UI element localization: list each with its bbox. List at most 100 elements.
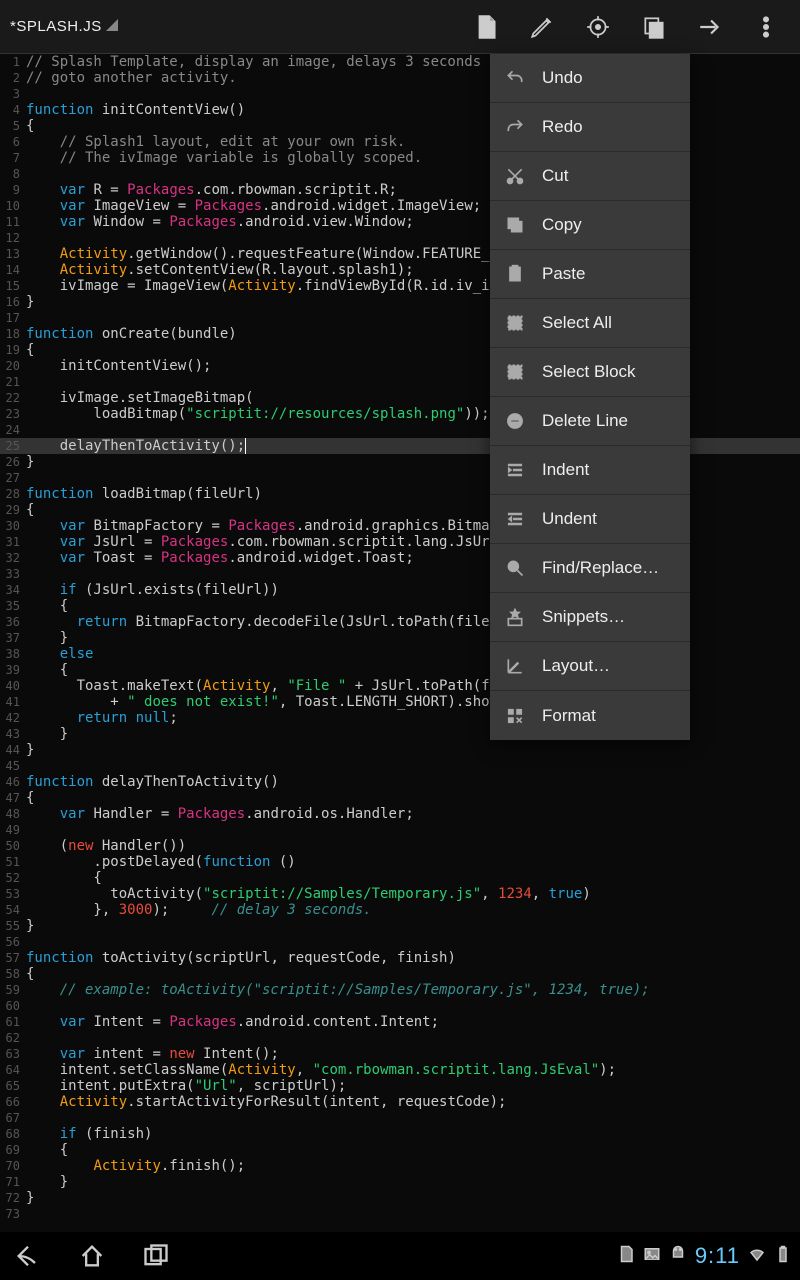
file-tab[interactable]: *SPLASH.JS [6,18,120,35]
code-line[interactable]: 67 [0,1110,800,1126]
line-number: 44 [0,742,26,758]
code-line[interactable]: 56 [0,934,800,950]
back-button[interactable] [8,1236,48,1276]
menu-undo[interactable]: Undo [490,54,690,103]
menu-indent[interactable]: Indent [490,446,690,495]
edit-icon[interactable] [514,0,570,54]
line-number: 57 [0,950,26,966]
line-number: 39 [0,662,26,678]
delete-line-icon [504,410,526,432]
image-icon [643,1243,661,1269]
line-number: 15 [0,278,26,294]
code-line[interactable]: 63 var intent = new Intent(); [0,1046,800,1062]
code-line[interactable]: 72} [0,1190,800,1206]
line-number: 36 [0,614,26,630]
line-number: 58 [0,966,26,982]
code-line[interactable]: 73 [0,1206,800,1222]
menu-redo[interactable]: Redo [490,103,690,152]
code-line[interactable]: 46function delayThenToActivity() [0,774,800,790]
file-icon[interactable] [458,0,514,54]
code-line[interactable]: 52 { [0,870,800,886]
share-icon[interactable] [682,0,738,54]
line-number: 59 [0,982,26,998]
line-number: 55 [0,918,26,934]
line-number: 22 [0,390,26,406]
code-line[interactable]: 55} [0,918,800,934]
code-line[interactable]: 50 (new Handler()) [0,838,800,854]
menu-paste[interactable]: Paste [490,250,690,299]
line-number: 3 [0,86,26,102]
code-line[interactable]: 69 { [0,1142,800,1158]
line-number: 35 [0,598,26,614]
menu-layout[interactable]: Layout… [490,642,690,691]
line-number: 19 [0,342,26,358]
menu-label: Format [542,706,596,726]
code-line[interactable]: 44} [0,742,800,758]
menu-cut[interactable]: Cut [490,152,690,201]
line-number: 49 [0,822,26,838]
line-number: 27 [0,470,26,486]
caret [245,438,246,454]
line-number: 30 [0,518,26,534]
copy-icon[interactable] [626,0,682,54]
line-number: 67 [0,1110,26,1126]
menu-undent[interactable]: Undent [490,495,690,544]
code-line[interactable]: 70 Activity.finish(); [0,1158,800,1174]
menu-label: Indent [542,460,589,480]
code-line[interactable]: 49 [0,822,800,838]
menu-select-block[interactable]: Select Block [490,348,690,397]
code-line[interactable]: 68 if (finish) [0,1126,800,1142]
cut-icon [504,165,526,187]
code-line[interactable]: 53 toActivity("scriptit://Samples/Tempor… [0,886,800,902]
overflow-icon[interactable] [738,0,794,54]
menu-snippets[interactable]: Snippets… [490,593,690,642]
recent-button[interactable] [136,1236,176,1276]
line-number: 9 [0,182,26,198]
code-line[interactable]: 65 intent.putExtra("Url", scriptUrl); [0,1078,800,1094]
code-line[interactable]: 54 }, 3000); // delay 3 seconds. [0,902,800,918]
code-line[interactable]: 45 [0,758,800,774]
line-number: 6 [0,134,26,150]
code-line[interactable]: 59 // example: toActivity("scriptit://Sa… [0,982,800,998]
menu-label: Select All [542,313,612,333]
undo-icon [504,67,526,89]
code-line[interactable]: 58{ [0,966,800,982]
line-number: 72 [0,1190,26,1206]
line-number: 10 [0,198,26,214]
code-line[interactable]: 61 var Intent = Packages.android.content… [0,1014,800,1030]
line-number: 12 [0,230,26,246]
code-line[interactable]: 48 var Handler = Packages.android.os.Han… [0,806,800,822]
menu-label: Undo [542,68,583,88]
line-number: 53 [0,886,26,902]
undent-icon [504,508,526,530]
code-line[interactable]: 60 [0,998,800,1014]
line-number: 73 [0,1206,26,1222]
line-number: 61 [0,1014,26,1030]
menu-select-all[interactable]: Select All [490,299,690,348]
line-number: 32 [0,550,26,566]
menu-copy[interactable]: Copy [490,201,690,250]
code-line[interactable]: 57function toActivity(scriptUrl, request… [0,950,800,966]
line-number: 54 [0,902,26,918]
menu-delete-line[interactable]: Delete Line [490,397,690,446]
line-number: 11 [0,214,26,230]
code-line[interactable]: 47{ [0,790,800,806]
line-number: 24 [0,422,26,438]
android-icon [669,1243,687,1269]
code-line[interactable]: 51 .postDelayed(function () [0,854,800,870]
menu-format[interactable]: Format [490,691,690,740]
code-line[interactable]: 71 } [0,1174,800,1190]
menu-find[interactable]: Find/Replace… [490,544,690,593]
code-line[interactable]: 66 Activity.startActivityForResult(inten… [0,1094,800,1110]
code-line[interactable]: 64 intent.setClassName(Activity, "com.rb… [0,1062,800,1078]
target-icon[interactable] [570,0,626,54]
home-button[interactable] [72,1236,112,1276]
line-number: 33 [0,566,26,582]
line-number: 20 [0,358,26,374]
line-number: 62 [0,1030,26,1046]
code-line[interactable]: 62 [0,1030,800,1046]
line-number: 50 [0,838,26,854]
line-number: 17 [0,310,26,326]
line-number: 66 [0,1094,26,1110]
menu-label: Cut [542,166,568,186]
